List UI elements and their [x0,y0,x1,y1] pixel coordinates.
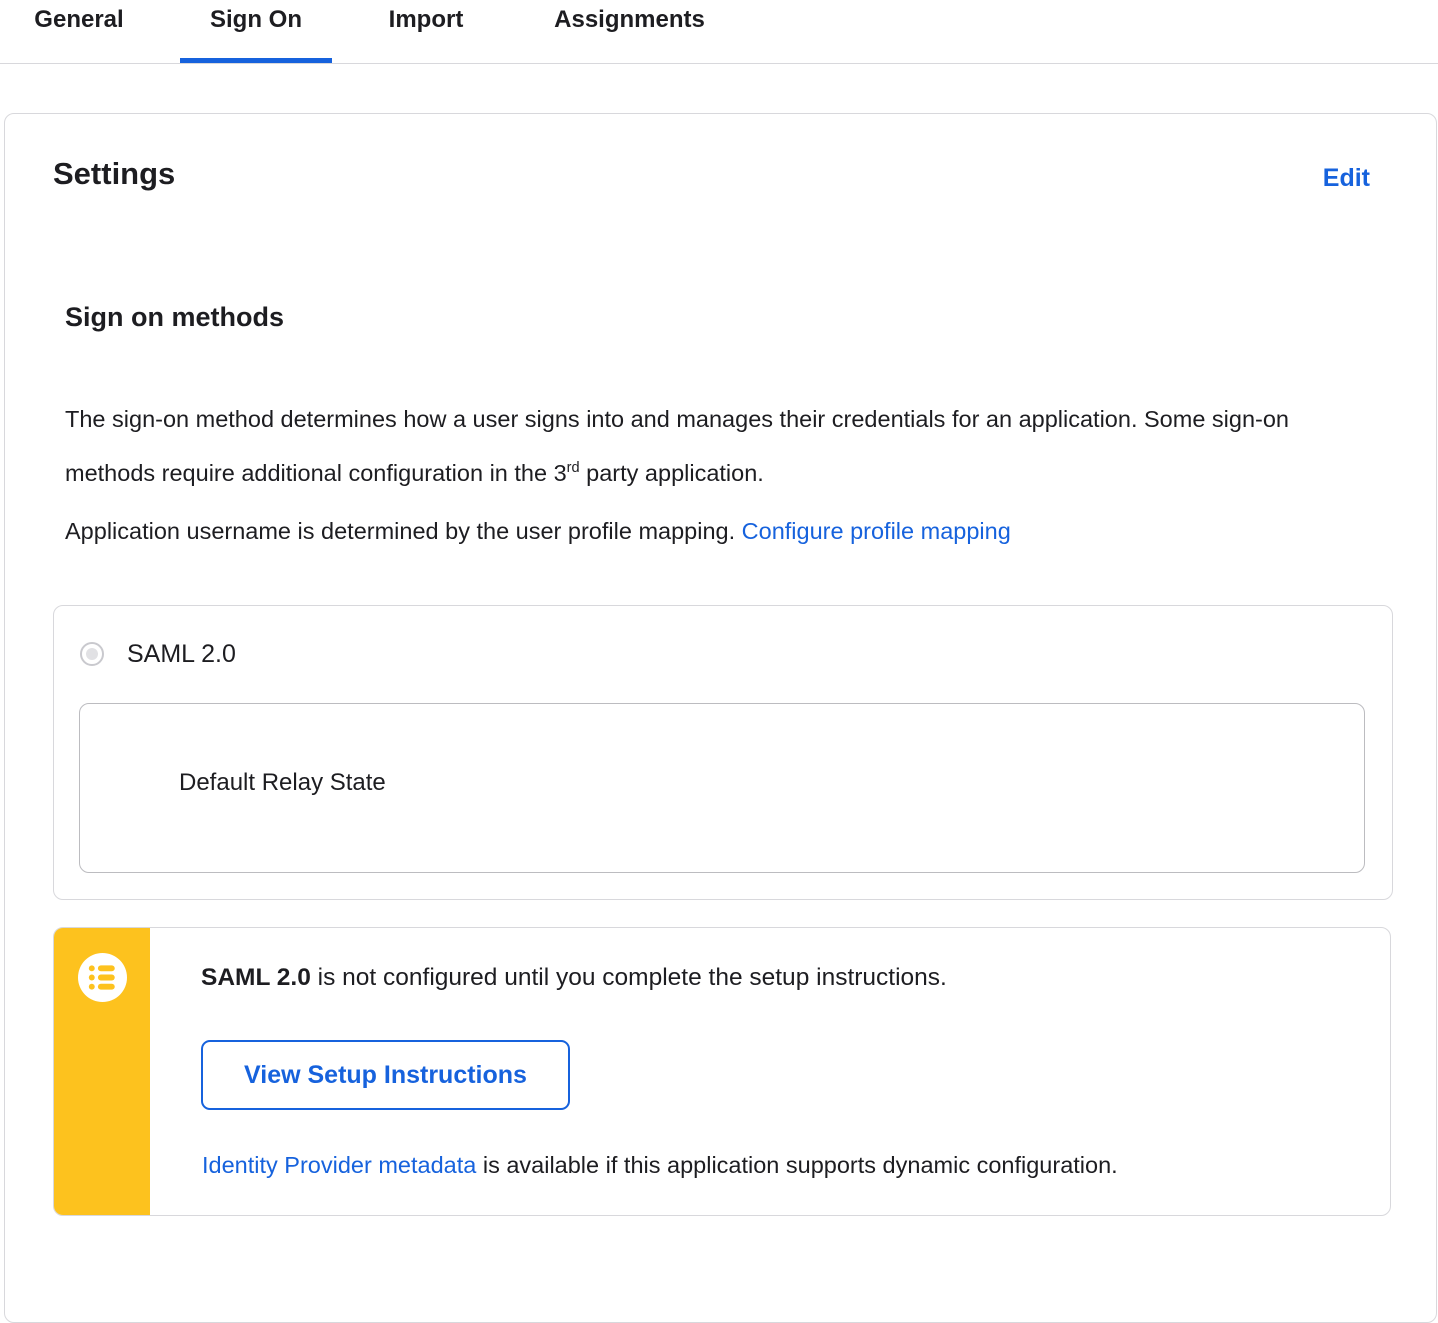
saml-settings-fieldset: Default Relay State [79,703,1365,873]
saml-radio-button[interactable] [80,642,104,666]
description-text-end: party application. [579,459,764,486]
username-mapping-text: Application username is determined by th… [65,518,1011,545]
radio-dot [86,648,98,660]
tab-assignments[interactable]: Assignments [521,0,738,62]
list-icon [78,953,127,1002]
saml-option-box: SAML 2.0 Default Relay State [53,605,1393,900]
ordinal-superscript: rd [566,460,580,476]
tab-general[interactable]: General [5,0,153,62]
page-title: Settings [53,156,176,191]
callout-message-bold: SAML 2.0 [201,964,311,991]
callout-message-rest: is not configured until you complete the… [310,964,947,991]
saml-radio-label: SAML 2.0 [127,640,236,668]
mapping-text: Application username is determined by th… [65,518,742,544]
callout-message: SAML 2.0 is not configured until you com… [201,964,1370,992]
settings-card: Settings Edit Sign on methods The sign-o… [4,113,1437,1323]
tab-bar: General Sign On Import Assignments [0,0,1438,64]
sign-on-methods-heading: Sign on methods [65,302,284,332]
tab-import[interactable]: Import [358,0,494,62]
default-relay-state-label: Default Relay State [179,769,386,796]
configure-profile-mapping-link[interactable]: Configure profile mapping [742,518,1011,544]
metadata-line-rest: is available if this application support… [476,1152,1118,1178]
identity-provider-metadata-link[interactable]: Identity Provider metadata [202,1152,476,1178]
metadata-line: Identity Provider metadata is available … [202,1152,1370,1179]
edit-link[interactable]: Edit [1323,164,1370,193]
saml-not-configured-callout: SAML 2.0 is not configured until you com… [53,927,1391,1216]
view-setup-instructions-button[interactable]: View Setup Instructions [201,1040,570,1110]
tab-sign-on[interactable]: Sign On [180,0,332,63]
settings-header: Settings Edit [53,156,1370,193]
callout-warning-strip [54,928,150,1215]
sign-on-description: The sign-on method determines how a user… [65,395,1315,498]
